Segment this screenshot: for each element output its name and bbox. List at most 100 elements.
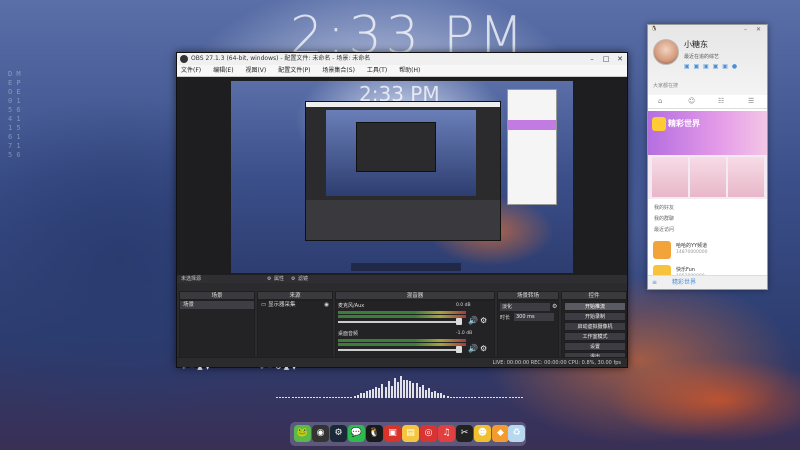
start-recording-button[interactable]: 开始录制 <box>564 312 626 321</box>
transition-type-select[interactable]: 淡化 <box>500 303 550 311</box>
mixer-panel: 麦克风/Aux 0.0 dB 🔊 ⚙ 桌面音频 -1.0 dB � <box>335 300 495 362</box>
list-item[interactable]: 哈哈的YY频道 14870000000 <box>648 239 767 263</box>
qq-bottom-label[interactable]: 精彩世界 <box>672 279 696 286</box>
mic-volume-handle[interactable] <box>456 318 462 325</box>
audio-visualizer <box>276 372 524 398</box>
scenes-dock-header: 场景 <box>179 291 255 300</box>
properties-button[interactable]: 属性 <box>274 275 284 283</box>
desktop-settings-gear-icon[interactable]: ⚙ <box>480 344 487 353</box>
tab-groups-icon[interactable]: ☷ <box>718 97 724 105</box>
mic-channel-label: 麦克风/Aux <box>338 303 365 309</box>
scene-item[interactable]: 场景 <box>180 301 254 309</box>
desktop-background: 2:33 PM D M E P O E 0 1 5 6 4 1 1 5 6 1 … <box>0 0 800 450</box>
menu-profile[interactable]: 配置文件(P) <box>278 65 310 77</box>
qq-photo-strip[interactable] <box>648 155 767 199</box>
folder-icon[interactable]: ▤ <box>402 425 419 442</box>
desktop-volume-slider[interactable] <box>338 349 460 351</box>
search-input[interactable]: 大家都在搜 <box>650 81 765 91</box>
visualizer-bar <box>372 388 375 398</box>
sources-list[interactable]: ▭ 显示器采集 ◉ <box>257 300 333 362</box>
desktop-db-value: -1.0 dB <box>456 331 473 336</box>
tab-home-icon[interactable]: ⌂ <box>658 97 662 105</box>
visibility-eye-icon[interactable]: ◉ <box>324 301 329 309</box>
qq-minimize-icon[interactable]: – <box>744 26 747 33</box>
mixer-dock-header: 混音器 <box>335 291 495 300</box>
list-item-sub: 14870000000 <box>676 250 708 255</box>
transition-gear-icon[interactable]: ⚙ <box>552 303 557 310</box>
wechat-icon[interactable]: 💬 <box>348 425 365 442</box>
qq-status-icons[interactable]: ▣ ▣ ▣ ▣ ▣ ● <box>684 63 738 70</box>
qq-bottom-bar: ≡ 精彩世界 <box>648 275 767 289</box>
steam-icon[interactable]: ⚙ <box>330 425 347 442</box>
photo-thumb[interactable] <box>690 157 726 197</box>
qq-icon[interactable]: 🐧 <box>366 425 383 442</box>
visualizer-bar <box>316 397 319 398</box>
filters-button[interactable]: 滤镜 <box>298 275 308 283</box>
visualizer-bar <box>375 386 378 398</box>
speaker-icon[interactable]: 🔊 <box>468 344 478 353</box>
menu-icon[interactable]: ≡ <box>652 276 657 289</box>
photo-thumb[interactable] <box>728 157 764 197</box>
obs-window[interactable]: OBS 27.1.3 (64-bit, windows) - 配置文件: 未命名… <box>176 52 628 371</box>
menu-file[interactable]: 文件(F) <box>181 65 201 77</box>
menu-edit[interactable]: 编辑(E) <box>213 65 233 77</box>
visualizer-bar <box>415 382 418 398</box>
menu-view[interactable]: 视图(V) <box>245 65 266 77</box>
desktop-side-text: D M E P O E 0 1 5 6 4 1 1 5 6 1 7 1 5 6 <box>8 70 21 159</box>
menu-help[interactable]: 帮助(H) <box>399 65 420 77</box>
photo-thumb[interactable] <box>652 157 688 197</box>
visualizer-bar <box>486 397 489 398</box>
visualizer-bar <box>409 381 412 398</box>
visualizer-bar <box>331 397 334 398</box>
start-streaming-button[interactable]: 开始推流 <box>564 302 626 311</box>
game3-icon[interactable]: ◆ <box>492 425 509 442</box>
visualizer-bar <box>508 397 511 398</box>
capcut-icon[interactable]: ✂ <box>456 425 473 442</box>
mic-settings-gear-icon[interactable]: ⚙ <box>480 316 487 325</box>
recycle-bin-icon[interactable]: ♻ <box>508 425 525 442</box>
close-icon[interactable]: ✕ <box>613 53 627 65</box>
tab-more-icon[interactable]: ☰ <box>748 97 754 105</box>
browser-icon[interactable]: ◎ <box>420 425 437 442</box>
tab-contacts-icon[interactable]: ☺ <box>688 97 695 105</box>
music-icon[interactable]: ♫ <box>438 425 455 442</box>
settings-button[interactable]: 设置 <box>564 342 626 351</box>
menu-scene-collection[interactable]: 场景集合(S) <box>322 65 355 77</box>
obs-window-title: OBS 27.1.3 (64-bit, windows) - 配置文件: 未命名… <box>191 55 371 62</box>
duration-input[interactable]: 300 ms <box>514 313 554 321</box>
maximize-icon[interactable]: □ <box>599 53 613 65</box>
studio-mode-button[interactable]: 工作室模式 <box>564 332 626 341</box>
group-chats[interactable]: 我的群聊 <box>654 214 674 225</box>
visualizer-bar <box>347 397 350 398</box>
qq-promo-banner[interactable]: 精彩世界 <box>648 111 767 155</box>
visualizer-bar <box>378 387 381 398</box>
group-recent[interactable]: 最近访问 <box>654 225 674 236</box>
menu-tools[interactable]: 工具(T) <box>367 65 387 77</box>
channel-avatar-icon <box>653 241 671 259</box>
filter-icon[interactable]: ⚙ <box>291 275 295 283</box>
obs-logo-icon <box>180 55 188 63</box>
obs-preview-area[interactable]: 2:33 PM <box>177 77 627 299</box>
group-friends[interactable]: 我的好友 <box>654 203 674 214</box>
qq-tabs: ⌂ ☺ ☷ ☰ <box>648 95 767 109</box>
desktop-volume-handle[interactable] <box>456 346 462 353</box>
preview-canvas[interactable]: 2:33 PM <box>231 81 573 273</box>
game2-icon[interactable]: ☻ <box>474 425 491 442</box>
controls-panel: 开始推流 开始录制 启动虚拟摄像机 工作室模式 设置 退出 <box>561 300 627 362</box>
scenes-list[interactable]: 场景 <box>179 300 255 362</box>
qq-close-icon[interactable]: ✕ <box>756 26 761 33</box>
frog-app-icon[interactable]: 🐸 <box>294 425 311 442</box>
visualizer-bar <box>356 395 359 398</box>
source-item[interactable]: ▭ 显示器采集 ◉ <box>258 301 332 309</box>
qq-main-panel[interactable]: 🐧 – ✕ 小糖东 最近在追的综艺 ▣ ▣ ▣ ▣ ▣ ● 大家都在搜 ⌂ ☺ … <box>647 24 768 290</box>
avatar[interactable] <box>653 39 679 65</box>
minimize-icon[interactable]: – <box>585 53 599 65</box>
game-app-icon[interactable]: ▣ <box>384 425 401 442</box>
obs-titlebar[interactable]: OBS 27.1.3 (64-bit, windows) - 配置文件: 未命名… <box>177 53 627 65</box>
mic-volume-slider[interactable] <box>338 321 460 323</box>
qq-signature[interactable]: 最近在追的综艺 <box>684 53 754 60</box>
obs-app-icon[interactable]: ◉ <box>312 425 329 442</box>
speaker-icon[interactable]: 🔊 <box>468 316 478 325</box>
gear-icon[interactable]: ⚙ <box>267 275 271 283</box>
start-virtual-camera-button[interactable]: 启动虚拟摄像机 <box>564 322 626 331</box>
